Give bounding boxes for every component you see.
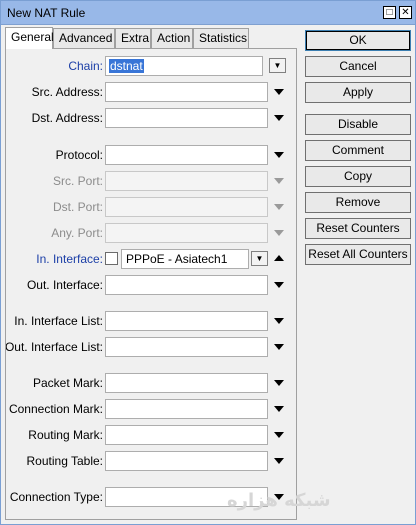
cancel-button[interactable]: Cancel [305, 56, 411, 77]
in-interface-list-row: In. Interface List: [6, 311, 296, 331]
any-port-expand-icon[interactable] [274, 230, 284, 236]
reset-all-counters-button[interactable]: Reset All Counters [305, 244, 411, 265]
in-interface-invert-checkbox[interactable] [105, 252, 118, 265]
packet-mark-input[interactable] [105, 373, 268, 393]
close-icon[interactable]: ✕ [399, 6, 412, 19]
src-port-input[interactable] [105, 171, 268, 191]
in-interface-list-expand-icon[interactable] [274, 318, 284, 324]
dst-address-input[interactable] [105, 108, 268, 128]
dst-address-row: Dst. Address: [6, 108, 296, 128]
src-address-input[interactable] [105, 82, 268, 102]
apply-button[interactable]: Apply [305, 82, 411, 103]
out-interface-row: Out. Interface: [6, 275, 296, 295]
in-interface-value: PPPoE - Asiatech1 [126, 252, 228, 266]
out-interface-input[interactable] [105, 275, 268, 295]
routing-table-label: Routing Table: [26, 454, 104, 468]
src-port-expand-icon[interactable] [274, 178, 284, 184]
src-address-label: Src. Address: [31, 85, 103, 99]
window-title: New NAT Rule [7, 6, 86, 20]
chain-dropdown-icon[interactable]: ▼ [269, 58, 286, 73]
protocol-label: Protocol: [55, 148, 103, 162]
packet-mark-expand-icon[interactable] [274, 380, 284, 386]
out-interface-list-expand-icon[interactable] [274, 344, 284, 350]
ok-button[interactable]: OK [305, 30, 411, 51]
chain-label: Chain: [68, 59, 103, 73]
remove-button[interactable]: Remove [305, 192, 411, 213]
tab-action[interactable]: Action [151, 28, 193, 49]
chain-row: Chain: dstnat ▼ [6, 56, 296, 76]
protocol-row: Protocol: [6, 145, 296, 165]
out-interface-list-row: Out. Interface List: [6, 337, 296, 357]
tab-statistics[interactable]: Statistics [193, 28, 249, 49]
out-interface-expand-icon[interactable] [274, 282, 284, 288]
dst-port-expand-icon[interactable] [274, 204, 284, 210]
routing-mark-label: Routing Mark: [28, 428, 103, 442]
any-port-row: Any. Port: [6, 223, 296, 243]
dst-port-row: Dst. Port: [6, 197, 296, 217]
tab-advanced[interactable]: Advanced [53, 28, 115, 49]
packet-mark-label: Packet Mark: [32, 376, 103, 390]
src-address-expand-icon[interactable] [274, 89, 284, 95]
dst-port-label: Dst. Port: [52, 200, 103, 214]
out-interface-list-label: Out. Interface List: [6, 340, 103, 354]
routing-table-expand-icon[interactable] [274, 458, 284, 464]
connection-type-label: Connection Type: [9, 490, 103, 504]
src-port-label: Src. Port: [52, 174, 103, 188]
out-interface-list-input[interactable] [105, 337, 268, 357]
connection-mark-input[interactable] [105, 399, 268, 419]
tab-extra[interactable]: Extra [115, 28, 151, 49]
in-interface-input[interactable]: PPPoE - Asiatech1 [121, 249, 249, 269]
connection-mark-row: Connection Mark: [6, 399, 296, 419]
routing-mark-expand-icon[interactable] [274, 432, 284, 438]
disable-button[interactable]: Disable [305, 114, 411, 135]
dst-port-input[interactable] [105, 197, 268, 217]
src-port-row: Src. Port: [6, 171, 296, 191]
chain-input[interactable]: dstnat [105, 56, 263, 76]
in-interface-dropdown-icon[interactable]: ▼ [251, 251, 268, 266]
general-panel: Chain: dstnat ▼ Src. Address: Dst. Addre… [5, 48, 297, 520]
protocol-expand-icon[interactable] [274, 152, 284, 158]
in-interface-list-input[interactable] [105, 311, 268, 331]
nat-rule-window: New NAT Rule □ ✕ General Advanced Extra … [0, 0, 416, 525]
watermark-logo: شبکه هزاره [227, 490, 331, 511]
maximize-icon[interactable]: □ [383, 6, 396, 19]
in-interface-list-label: In. Interface List: [14, 314, 103, 328]
any-port-label: Any. Port: [51, 226, 103, 240]
dst-address-label: Dst. Address: [31, 111, 103, 125]
in-interface-row: In. Interface: PPPoE - Asiatech1 ▼ [6, 249, 296, 269]
packet-mark-row: Packet Mark: [6, 373, 296, 393]
routing-mark-input[interactable] [105, 425, 268, 445]
comment-button[interactable]: Comment [305, 140, 411, 161]
src-address-row: Src. Address: [6, 82, 296, 102]
any-port-input[interactable] [105, 223, 268, 243]
connection-mark-expand-icon[interactable] [274, 406, 284, 412]
in-interface-label: In. Interface: [36, 252, 103, 266]
reset-counters-button[interactable]: Reset Counters [305, 218, 411, 239]
routing-table-input[interactable] [105, 451, 268, 471]
chain-value: dstnat [109, 59, 144, 73]
copy-button[interactable]: Copy [305, 166, 411, 187]
routing-table-row: Routing Table: [6, 451, 296, 471]
routing-mark-row: Routing Mark: [6, 425, 296, 445]
tab-general[interactable]: General [5, 27, 54, 49]
title-bar[interactable]: New NAT Rule □ ✕ [1, 1, 415, 25]
out-interface-label: Out. Interface: [26, 278, 103, 292]
protocol-input[interactable] [105, 145, 268, 165]
connection-mark-label: Connection Mark: [8, 402, 103, 416]
in-interface-collapse-icon[interactable] [274, 255, 284, 261]
dst-address-expand-icon[interactable] [274, 115, 284, 121]
